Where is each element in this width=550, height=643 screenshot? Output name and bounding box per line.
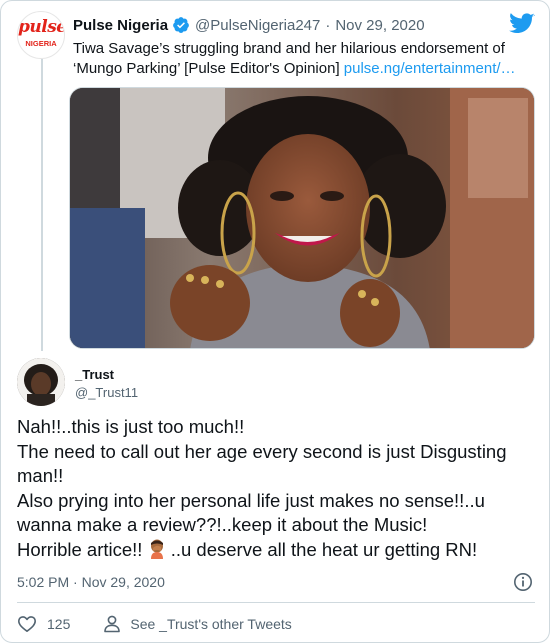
- reply-display-name[interactable]: _Trust: [75, 367, 114, 382]
- reply-tweet-text: Nah!!..this is just too much!! The need …: [17, 415, 537, 562]
- tweet-card: pulse NIGERIA Pulse Nigeria @PulseNigeri…: [0, 0, 550, 643]
- parent-tweet-header: Pulse Nigeria @PulseNigeria247 · Nov 29,…: [73, 14, 425, 36]
- reply-line-4: Horrible artice!! ..u deserve all the he…: [17, 538, 537, 563]
- thread-connector-line: [41, 59, 43, 351]
- twitter-bird-icon[interactable]: [509, 13, 535, 35]
- actions-divider: [17, 602, 535, 603]
- article-link[interactable]: pulse.ng/entertainment/…: [344, 60, 516, 77]
- see-other-tweets-link[interactable]: See _Trust's other Tweets: [102, 614, 292, 634]
- parent-tweet[interactable]: pulse NIGERIA Pulse Nigeria @PulseNigeri…: [1, 1, 549, 353]
- pulse-nigeria-avatar[interactable]: pulse NIGERIA: [17, 11, 65, 59]
- like-button[interactable]: 125: [17, 614, 70, 634]
- parent-tweet-text: Tiwa Savage’s struggling brand and her h…: [73, 39, 525, 79]
- parent-date[interactable]: Nov 29, 2020: [335, 17, 424, 34]
- tweet-actions-bar: 125 See _Trust's other Tweets: [17, 612, 292, 636]
- verified-badge-icon: [173, 17, 189, 33]
- reply-line-4-end: ..u deserve all the heat ur getting RN!: [170, 538, 478, 560]
- see-other-tweets-label: See _Trust's other Tweets: [130, 616, 292, 632]
- reply-line-2: The need to call out her age every secon…: [17, 440, 507, 487]
- tiwa-savage-photo: [70, 88, 534, 348]
- avatar-logo-text: pulse: [18, 17, 65, 37]
- like-count: 125: [47, 616, 71, 632]
- reply-handle[interactable]: @_Trust11: [75, 385, 138, 400]
- header-separator: ·: [325, 16, 331, 34]
- parent-display-name[interactable]: Pulse Nigeria: [73, 17, 168, 34]
- tweet-timestamp[interactable]: 5:02 PM · Nov 29, 2020: [17, 574, 165, 590]
- heart-icon: [18, 616, 36, 632]
- person-icon: [104, 615, 121, 633]
- trust-avatar[interactable]: [17, 358, 65, 406]
- info-icon[interactable]: [513, 572, 533, 592]
- avatar-image: [17, 358, 65, 406]
- parent-handle[interactable]: @PulseNigeria247: [195, 17, 320, 34]
- tweet-media-image[interactable]: [69, 87, 535, 349]
- facepalm-emoji-icon: [150, 539, 163, 559]
- reply-line-3: Also prying into her personal life just …: [17, 489, 485, 536]
- reply-line-4-start: Horrible artice!!: [17, 538, 143, 560]
- avatar-logo-subtext: NIGERIA: [25, 39, 57, 48]
- reply-line-1: Nah!!..this is just too much!!: [17, 416, 245, 437]
